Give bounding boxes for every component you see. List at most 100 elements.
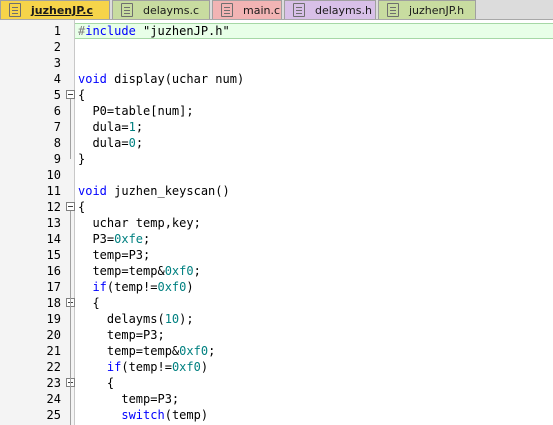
- c-file-icon: [9, 3, 21, 17]
- code-text: {: [78, 295, 100, 311]
- number-token: 0xf0: [171, 360, 201, 374]
- code-line[interactable]: 8 dula=0;: [0, 135, 553, 151]
- line-number: 15: [46, 248, 61, 262]
- code-token: juzhen_keyscan(): [106, 184, 230, 198]
- code-token: ;: [143, 232, 151, 246]
- c-file-icon: [121, 3, 133, 17]
- fold-collapse-icon[interactable]: [66, 202, 75, 211]
- line-number: 13: [46, 216, 61, 230]
- code-text: }: [78, 151, 85, 167]
- code-token: temp=temp&: [78, 344, 180, 358]
- line-number: 4: [53, 72, 61, 86]
- code-line[interactable]: 9}: [0, 151, 553, 167]
- line-number: 19: [46, 312, 61, 326]
- code-line[interactable]: 15 temp=P3;: [0, 247, 553, 263]
- code-text: temp=temp&0xf0;: [78, 263, 200, 279]
- fold-collapse-icon[interactable]: [66, 90, 75, 99]
- code-token: ;: [135, 120, 144, 134]
- code-text: if(temp!=0xf0): [78, 359, 208, 375]
- code-line[interactable]: 25 switch(temp): [0, 407, 553, 423]
- line-number: 12: [46, 200, 61, 214]
- number-token: 10: [164, 312, 180, 326]
- tab-delayms-h[interactable]: delayms.h: [284, 0, 376, 19]
- tab-label: juzhenJP.h: [409, 4, 465, 17]
- line-number: 14: [46, 232, 61, 246]
- code-token: {: [78, 376, 115, 390]
- code-line[interactable]: 17 if(temp!=0xf0): [0, 279, 553, 295]
- code-line[interactable]: 2: [0, 39, 553, 55]
- code-text: uchar temp,key;: [78, 215, 201, 231]
- code-token: temp=P3;: [78, 392, 180, 406]
- code-line[interactable]: 18 {: [0, 295, 553, 311]
- line-number: 23: [46, 376, 61, 390]
- line-number: 5: [53, 88, 61, 102]
- code-line[interactable]: 7 dula=1;: [0, 119, 553, 135]
- tab-juzhenjp-h[interactable]: juzhenJP.h: [378, 0, 476, 19]
- code-line[interactable]: 4 void display(uchar num): [0, 71, 553, 87]
- code-line[interactable]: 6 P0=table[num];: [0, 103, 553, 119]
- code-line[interactable]: 20 temp=P3;: [0, 327, 553, 343]
- keyword-token: if: [92, 280, 107, 294]
- code-token: dula=: [78, 120, 129, 134]
- code-token: temp=temp&: [78, 264, 165, 278]
- line-number: 11: [46, 184, 61, 198]
- line-number: 1: [53, 24, 61, 38]
- tab-delayms-c[interactable]: delayms.c: [112, 0, 210, 19]
- code-token: ): [186, 280, 194, 294]
- line-number: 8: [53, 136, 61, 150]
- tab-juzhenjp-c[interactable]: juzhenJP.c: [0, 0, 110, 19]
- code-line[interactable]: 14 P3=0xfe;: [0, 231, 553, 247]
- line-number: 20: [46, 328, 61, 342]
- tab-label: juzhenJP.c: [31, 4, 93, 17]
- code-line[interactable]: 3: [0, 55, 553, 71]
- line-number: 3: [53, 56, 61, 70]
- code-line[interactable]: 5{: [0, 87, 553, 103]
- tab-label: delayms.h: [315, 4, 372, 17]
- code-text: temp=P3;: [78, 391, 179, 407]
- code-line[interactable]: 10: [0, 167, 553, 183]
- code-line[interactable]: 22 if(temp!=0xf0): [0, 359, 553, 375]
- code-token: );: [179, 312, 194, 326]
- code-text: void juzhen_keyscan(): [78, 183, 230, 199]
- code-line[interactable]: 16 temp=temp&0xf0;: [0, 263, 553, 279]
- code-text: P3=0xfe;: [78, 231, 150, 247]
- code-text: #include "juzhenJP.h": [78, 23, 230, 39]
- code-text: switch(temp): [78, 407, 208, 423]
- code-token: {: [78, 296, 100, 310]
- code-line[interactable]: 23 {: [0, 375, 553, 391]
- code-token: display(uchar num): [106, 72, 245, 86]
- code-text: {: [78, 87, 85, 103]
- code-token: (temp!=: [121, 360, 172, 374]
- line-number: 24: [46, 392, 61, 406]
- code-line[interactable]: 19 delayms(10);: [0, 311, 553, 327]
- line-number: 25: [46, 408, 61, 422]
- code-token: ): [200, 360, 209, 374]
- code-line[interactable]: 11 void juzhen_keyscan(): [0, 183, 553, 199]
- fold-guide-line: [70, 211, 71, 425]
- line-number: 9: [53, 152, 61, 166]
- code-line[interactable]: 24 temp=P3;: [0, 391, 553, 407]
- code-line[interactable]: 1 #include "juzhenJP.h": [0, 23, 553, 39]
- number-token: 0xfe: [114, 232, 144, 246]
- code-line[interactable]: 13 uchar temp,key;: [0, 215, 553, 231]
- code-token: uchar temp,key;: [78, 216, 201, 230]
- code-text: P0=table[num];: [78, 103, 193, 119]
- file-tab-bar: juzhenJP.c delayms.c main.c delayms.h ju…: [0, 0, 553, 20]
- keyword-token: void: [78, 72, 107, 86]
- keyword-token: include: [85, 24, 136, 38]
- keyword-token: void: [78, 184, 107, 198]
- code-text: dula=0;: [78, 135, 143, 151]
- code-text: temp=temp&0xf0;: [78, 343, 215, 359]
- code-text: temp=P3;: [78, 327, 165, 343]
- keyword-token: switch: [121, 408, 165, 422]
- code-token: ;: [208, 344, 216, 358]
- number-token: 0xf0: [164, 264, 194, 278]
- number-token: 1: [128, 120, 136, 134]
- line-number: 10: [46, 168, 61, 182]
- code-line[interactable]: 21 temp=temp&0xf0;: [0, 343, 553, 359]
- tab-main-c[interactable]: main.c: [212, 0, 282, 19]
- code-text: {: [78, 199, 85, 215]
- code-line[interactable]: 12 {: [0, 199, 553, 215]
- keyword-token: if: [106, 360, 122, 374]
